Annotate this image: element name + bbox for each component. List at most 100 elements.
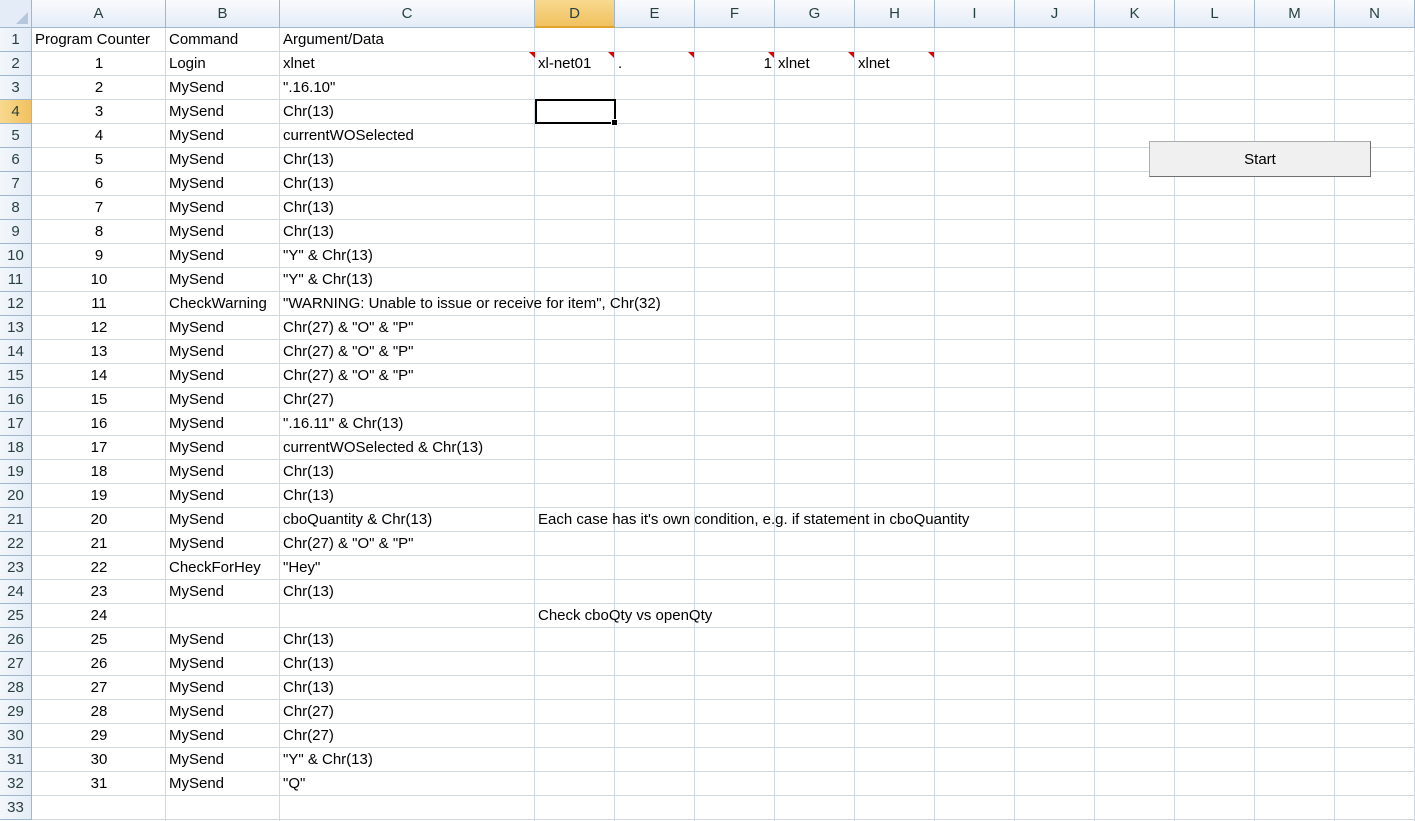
- row-header-27[interactable]: 27: [0, 652, 32, 676]
- cell-b26[interactable]: MySend: [166, 628, 227, 652]
- cell-d21[interactable]: Each case has it's own condition, e.g. i…: [535, 508, 972, 532]
- row-header-31[interactable]: 31: [0, 748, 32, 772]
- cell-a14[interactable]: 13: [32, 340, 166, 364]
- column-header-k[interactable]: K: [1095, 0, 1175, 28]
- row-header-30[interactable]: 30: [0, 724, 32, 748]
- row-header-33[interactable]: 33: [0, 796, 32, 820]
- cell-c13[interactable]: Chr(27) & "O" & "P": [280, 316, 417, 340]
- cell-e2[interactable]: .: [615, 52, 625, 76]
- cell-c5[interactable]: currentWOSelected: [280, 124, 417, 148]
- cell-b22[interactable]: MySend: [166, 532, 227, 556]
- row-header-24[interactable]: 24: [0, 580, 32, 604]
- cell-a5[interactable]: 4: [32, 124, 166, 148]
- cell-a2[interactable]: 1: [32, 52, 166, 76]
- cell-b28[interactable]: MySend: [166, 676, 227, 700]
- row-header-5[interactable]: 5: [0, 124, 32, 148]
- cell-c24[interactable]: Chr(13): [280, 580, 337, 604]
- cell-a10[interactable]: 9: [32, 244, 166, 268]
- row-header-18[interactable]: 18: [0, 436, 32, 460]
- row-header-19[interactable]: 19: [0, 460, 32, 484]
- cell-b9[interactable]: MySend: [166, 220, 227, 244]
- cell-c11[interactable]: "Y" & Chr(13): [280, 268, 376, 292]
- cell-a20[interactable]: 19: [32, 484, 166, 508]
- cell-b8[interactable]: MySend: [166, 196, 227, 220]
- comment-indicator[interactable]: [848, 52, 854, 58]
- cell-h2[interactable]: xlnet: [855, 52, 893, 76]
- cell-d2[interactable]: xl-net01: [535, 52, 594, 76]
- active-cell-d4[interactable]: [535, 99, 618, 126]
- row-header-9[interactable]: 9: [0, 220, 32, 244]
- cell-c21[interactable]: cboQuantity & Chr(13): [280, 508, 435, 532]
- cell-c2[interactable]: xlnet: [280, 52, 318, 76]
- cell-c26[interactable]: Chr(13): [280, 628, 337, 652]
- row-header-29[interactable]: 29: [0, 700, 32, 724]
- row-header-32[interactable]: 32: [0, 772, 32, 796]
- cell-a23[interactable]: 22: [32, 556, 166, 580]
- cell-a16[interactable]: 15: [32, 388, 166, 412]
- cell-b13[interactable]: MySend: [166, 316, 227, 340]
- row-header-10[interactable]: 10: [0, 244, 32, 268]
- column-header-i[interactable]: I: [935, 0, 1015, 28]
- cell-a11[interactable]: 10: [32, 268, 166, 292]
- cell-b10[interactable]: MySend: [166, 244, 227, 268]
- row-header-28[interactable]: 28: [0, 676, 32, 700]
- comment-indicator[interactable]: [608, 52, 614, 58]
- cell-c18[interactable]: currentWOSelected & Chr(13): [280, 436, 486, 460]
- cell-a25[interactable]: 24: [32, 604, 166, 628]
- cell-b18[interactable]: MySend: [166, 436, 227, 460]
- cell-b5[interactable]: MySend: [166, 124, 227, 148]
- cell-c8[interactable]: Chr(13): [280, 196, 337, 220]
- cell-b1[interactable]: Command: [166, 28, 241, 52]
- column-header-j[interactable]: J: [1015, 0, 1095, 28]
- row-header-12[interactable]: 12: [0, 292, 32, 316]
- column-header-b[interactable]: B: [166, 0, 280, 28]
- row-header-11[interactable]: 11: [0, 268, 32, 292]
- cell-a32[interactable]: 31: [32, 772, 166, 796]
- column-header-c[interactable]: C: [280, 0, 535, 28]
- column-header-e[interactable]: E: [615, 0, 695, 28]
- row-header-22[interactable]: 22: [0, 532, 32, 556]
- row-header-15[interactable]: 15: [0, 364, 32, 388]
- row-header-20[interactable]: 20: [0, 484, 32, 508]
- cell-b32[interactable]: MySend: [166, 772, 227, 796]
- cell-b20[interactable]: MySend: [166, 484, 227, 508]
- cell-b6[interactable]: MySend: [166, 148, 227, 172]
- cell-a26[interactable]: 25: [32, 628, 166, 652]
- cell-a31[interactable]: 30: [32, 748, 166, 772]
- cell-b27[interactable]: MySend: [166, 652, 227, 676]
- cell-a15[interactable]: 14: [32, 364, 166, 388]
- cell-b7[interactable]: MySend: [166, 172, 227, 196]
- cell-c23[interactable]: "Hey": [280, 556, 323, 580]
- cell-c3[interactable]: ".16.10": [280, 76, 338, 100]
- cell-b15[interactable]: MySend: [166, 364, 227, 388]
- cell-b16[interactable]: MySend: [166, 388, 227, 412]
- cell-a17[interactable]: 16: [32, 412, 166, 436]
- column-header-l[interactable]: L: [1175, 0, 1255, 28]
- row-header-4[interactable]: 4: [0, 100, 32, 124]
- cell-b12[interactable]: CheckWarning: [166, 292, 270, 316]
- cell-b24[interactable]: MySend: [166, 580, 227, 604]
- comment-indicator[interactable]: [688, 52, 694, 58]
- row-header-21[interactable]: 21: [0, 508, 32, 532]
- cell-a22[interactable]: 21: [32, 532, 166, 556]
- column-header-m[interactable]: M: [1255, 0, 1335, 28]
- cell-a30[interactable]: 29: [32, 724, 166, 748]
- row-header-25[interactable]: 25: [0, 604, 32, 628]
- cell-a8[interactable]: 7: [32, 196, 166, 220]
- cell-c4[interactable]: Chr(13): [280, 100, 337, 124]
- row-header-16[interactable]: 16: [0, 388, 32, 412]
- cell-d25[interactable]: Check cboQty vs openQty: [535, 604, 715, 628]
- cell-c12[interactable]: "WARNING: Unable to issue or receive for…: [280, 292, 664, 316]
- column-header-h[interactable]: H: [855, 0, 935, 28]
- cell-c28[interactable]: Chr(13): [280, 676, 337, 700]
- cell-b2[interactable]: Login: [166, 52, 209, 76]
- comment-indicator[interactable]: [529, 52, 535, 58]
- cell-a4[interactable]: 3: [32, 100, 166, 124]
- cell-a12[interactable]: 11: [32, 292, 166, 316]
- column-header-g[interactable]: G: [775, 0, 855, 28]
- start-button[interactable]: Start: [1149, 141, 1371, 177]
- row-header-2[interactable]: 2: [0, 52, 32, 76]
- cell-c32[interactable]: "Q": [280, 772, 308, 796]
- cell-a28[interactable]: 27: [32, 676, 166, 700]
- column-header-n[interactable]: N: [1335, 0, 1415, 28]
